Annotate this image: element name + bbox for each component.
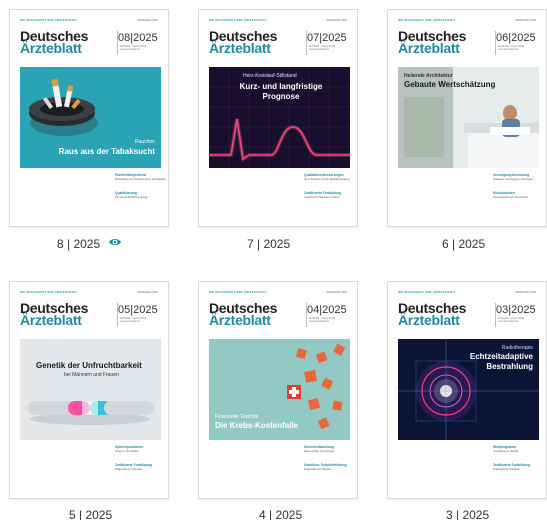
cover-hero-image: Genetik der Unfruchtbarkeit bei Männern … (20, 339, 161, 440)
issue-card-06-2025[interactable]: DIE ZEITSCHRIFT DER ÄRZTESCHAFT JAHRGANG… (387, 9, 547, 227)
issue-label-03-2025[interactable]: 3 | 2025 (446, 508, 489, 520)
teaser-title: Weltprogramm (493, 445, 517, 449)
teaser-text: Diagnostik und Therapie (304, 468, 332, 471)
hero-kicker: Herz-Kreislauf-Stillstand (243, 73, 297, 79)
issue-label-04-2025[interactable]: 4 | 2025 (259, 508, 302, 520)
cover-brand-line2: Ärzteblatt (20, 312, 82, 328)
issue-card-04-2025[interactable]: DIE ZEITSCHRIFT DER ÄRZTESCHAFT JAHRGANG… (198, 281, 358, 499)
hero-kicker: Heilende Architektur (404, 73, 453, 79)
hero-title-line2: Bestrahlung (486, 362, 533, 371)
cover-hero-image: Herz-Kreislauf-Stillstand Kurz- und lang… (209, 67, 350, 168)
issue-label-05-2025[interactable]: 5 | 2025 (69, 508, 112, 520)
cover-brand-line2: Ärzteblatt (20, 40, 82, 56)
teaser-title: Fächerübergreifend (115, 173, 146, 177)
cover-issue-number: 06|2025 (496, 32, 536, 44)
hero-title: Gebaute Wertschätzung (404, 80, 496, 89)
issue-label-06-2025[interactable]: 6 | 2025 (442, 237, 485, 251)
teaser-title: Klinikarbeiten (493, 191, 515, 195)
issue-card-05-2025[interactable]: DIE ZEITSCHRIFT DER ÄRZTESCHAFT JAHRGANG… (9, 281, 169, 499)
cover-brand-line2: Ärzteblatt (209, 40, 271, 56)
hero-title-line1: Echtzeitadaptive (469, 352, 533, 361)
cover-issue-number: 08|2025 (118, 32, 158, 44)
cover-issue-sub: Ärzteblatt · Neues Portal · www.aerztebl… (498, 317, 526, 323)
issue-card-08-2025[interactable]: DIE ZEITSCHRIFT DER ÄRZTESCHAFT JAHRGANG… (9, 9, 169, 227)
teaser-text: Neue Strukturen in der Notfallversorgung (304, 178, 350, 181)
cover-publisher: JAHRGANG 2025 (326, 291, 347, 294)
cover-publisher: JAHRGANG 2025 (137, 19, 158, 22)
cover-brand-line2: Ärzteblatt (398, 312, 460, 328)
teaser-text: Diagnostik und Therapie (115, 468, 143, 471)
hero-title: Genetik der Unfruchtbarkeit (36, 361, 142, 370)
cover-tagline: DIE ZEITSCHRIFT DER ÄRZTESCHAFT (20, 291, 78, 294)
teaser-text: Behandlung von Kopfschmerzen und Migräne (115, 178, 166, 181)
issue-card-07-2025[interactable]: DIE ZEITSCHRIFT DER ÄRZTESCHAFT JAHRGANG… (198, 9, 358, 227)
issue-card-03-2025[interactable]: DIE ZEITSCHRIFT DER ÄRZTESCHAFT JAHRGANG… (387, 281, 547, 499)
teaser-title: Zertifizierte Fortbildung (304, 191, 341, 195)
cover-publisher: JAHRGANG 2025 (137, 291, 158, 294)
teaser-title: Spitzenpositionen (115, 445, 144, 449)
cover-hero-image: Heilende Architektur Gebaute Wertschätzu… (398, 67, 539, 168)
teaser-text: Stationäre Versorgung in der Region (493, 178, 534, 181)
hero-kicker: Radiotherapie (501, 345, 533, 351)
hero-kicker: Rauchen (134, 139, 155, 145)
teaser-text: Personalplanung in der Zukunft (493, 196, 528, 199)
cover-brand-line2: Ärzteblatt (398, 40, 460, 56)
cover-tagline: DIE ZEITSCHRIFT DER ÄRZTESCHAFT (209, 291, 267, 294)
teaser-text: Onkologische Therapien (493, 468, 521, 471)
cover-publisher: JAHRGANG 2025 (515, 291, 536, 294)
cover-tagline: DIE ZEITSCHRIFT DER ÄRZTESCHAFT (209, 19, 267, 22)
cover-brand-line2: Ärzteblatt (209, 312, 271, 328)
hero-kicker: bei Männern und Frauen (64, 372, 119, 378)
cover-tagline: DIE ZEITSCHRIFT DER ÄRZTESCHAFT (398, 291, 456, 294)
teaser-text: Neue Leitlinie zur Vorsorge (304, 450, 335, 453)
hero-title: Raus aus der Tabaksucht (58, 147, 155, 156)
teaser-text: Versorgung im Wandel (493, 450, 519, 453)
cover-issue-sub: Ärzteblatt · Neues Portal · www.aerztebl… (120, 45, 148, 51)
hero-title: Die Krebs-Kostenfalle (215, 421, 299, 430)
teaser-text: Geriatrische Patienten im Fokus (304, 196, 340, 199)
cover-hero-image: Radiotherapie Echtzeitadaptive Bestrahlu… (398, 339, 539, 440)
teaser-title: Qualifizierung (115, 191, 137, 195)
cover-tagline: DIE ZEITSCHRIFT DER ÄRZTESCHAFT (20, 19, 78, 22)
teaser-title: Versorgungsforschung (493, 173, 530, 177)
cover-issue-number: 03|2025 (496, 304, 536, 316)
capsule-illustration (20, 339, 161, 440)
issue-label-08-2025[interactable]: 8 | 2025 (57, 237, 100, 251)
cover-issue-sub: Ärzteblatt · Neues Portal · www.aerztebl… (309, 45, 337, 51)
cover-issue-sub: Ärzteblatt · Neues Portal · www.aerztebl… (309, 317, 337, 323)
cover-issue-sub: Ärzteblatt · Neues Portal · www.aerztebl… (498, 45, 526, 51)
teaser-title: Zertifizierte Fortbildung (115, 463, 152, 467)
cover-publisher: JAHRGANG 2025 (326, 19, 347, 22)
teaser-title: Qualitätsverbesserungen (304, 173, 344, 177)
hero-title: Kurz- und langfristige Prognose (239, 82, 323, 101)
cover-publisher: JAHRGANG 2025 (515, 19, 536, 22)
eye-icon[interactable] (108, 237, 122, 247)
teaser-title: Zertifizierte Fortbildung (493, 463, 530, 467)
hero-kicker: Finanzielle Toxizität (215, 414, 259, 420)
cover-hero-image: Finanzielle Toxizität Die Krebs-Kostenfa… (209, 339, 350, 440)
cover-issue-number: 05|2025 (118, 304, 158, 316)
teaser-title: Kindesentwicklung (304, 445, 335, 449)
cover-issue-number: 04|2025 (307, 304, 347, 316)
cover-issue-number: 07|2025 (307, 32, 347, 44)
cover-hero-image: Rauchen Raus aus der Tabaksucht (20, 67, 161, 168)
teaser-title: Gedeihen: Schulleitbildung (304, 463, 347, 467)
cover-tagline: DIE ZEITSCHRIFT DER ÄRZTESCHAFT (398, 19, 456, 22)
teaser-text: Wie die Weiterbildung gelingt (115, 196, 148, 199)
teaser-text: Frauen in der Medizin (115, 450, 140, 453)
issue-label-07-2025[interactable]: 7 | 2025 (247, 237, 290, 251)
cover-issue-sub: Ärzteblatt · Neues Portal · www.aerztebl… (120, 317, 148, 323)
